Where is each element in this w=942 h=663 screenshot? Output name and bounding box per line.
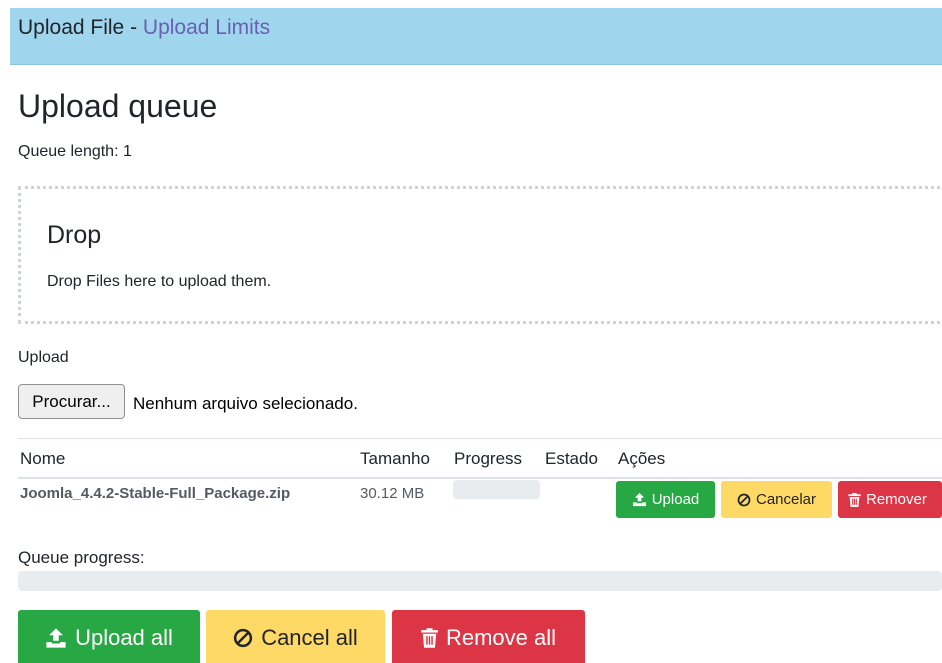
remove-file-label: Remover	[866, 491, 927, 508]
browse-button[interactable]: Procurar...	[18, 384, 125, 419]
file-status: Nenhum arquivo selecionado.	[133, 394, 358, 413]
cancel-all-label: Cancel all	[261, 625, 358, 650]
ban-icon	[737, 493, 751, 507]
column-header-actions: Ações	[618, 449, 666, 468]
queue-progress-bar	[18, 571, 942, 591]
column-header-name: Nome	[20, 449, 66, 468]
file-name: Joomla_4.4.2-Stable-Full_Package.zip	[20, 485, 291, 502]
upload-all-button[interactable]: Upload all	[18, 610, 200, 663]
cancel-file-label: Cancelar	[755, 491, 817, 508]
upload-icon	[45, 627, 67, 649]
drop-text: Drop Files here to upload them.	[47, 273, 272, 290]
page-title: Upload queue	[18, 88, 218, 124]
cancel-file-button[interactable]: Cancelar	[721, 481, 832, 518]
trash-icon	[420, 628, 438, 648]
drop-title: Drop	[47, 221, 102, 249]
header-title: Upload File	[18, 16, 125, 39]
upload-icon	[632, 492, 647, 507]
column-header-progress: Progress	[454, 449, 523, 468]
page: Upload File - Upload Limits Upload queue…	[0, 0, 942, 663]
table-divider	[18, 438, 942, 439]
column-header-status: Estado	[545, 449, 598, 468]
upload-all-label: Upload all	[75, 625, 173, 650]
upload-label: Upload	[18, 349, 69, 366]
upload-file-button[interactable]: Upload	[616, 481, 715, 518]
header-bar: Upload File - Upload Limits	[10, 8, 942, 65]
trash-icon	[848, 492, 861, 507]
file-progress-bar	[453, 480, 540, 499]
queue-length: Queue length: 1	[18, 143, 132, 160]
header-separator: -	[130, 16, 138, 39]
file-size: 30.12 MB	[360, 485, 425, 502]
table-header-divider	[18, 477, 942, 479]
drop-zone[interactable]: Drop Drop Files here to upload them.	[18, 186, 942, 324]
upload-file-label: Upload	[651, 491, 700, 508]
upload-limits-link[interactable]: Upload Limits	[143, 16, 270, 39]
remove-all-button[interactable]: Remove all	[392, 610, 585, 663]
queue-progress-label: Queue progress:	[18, 548, 145, 567]
column-header-size: Tamanho	[360, 449, 430, 468]
ban-icon	[233, 628, 253, 648]
remove-file-button[interactable]: Remover	[838, 481, 942, 518]
cancel-all-button[interactable]: Cancel all	[206, 610, 385, 663]
remove-all-label: Remove all	[445, 625, 557, 650]
